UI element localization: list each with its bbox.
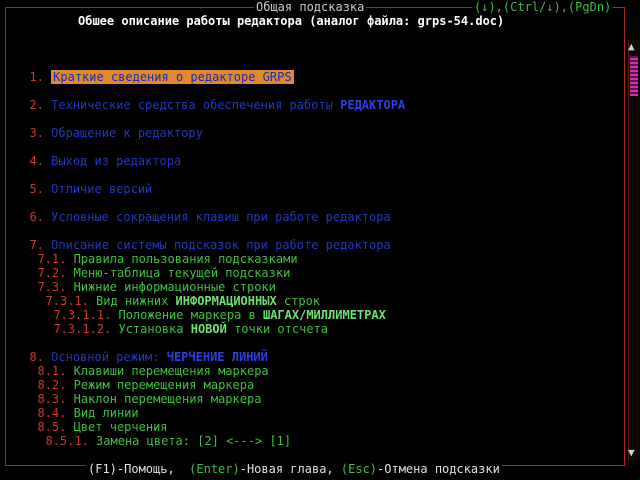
scroll-up-arrow-icon[interactable]: ▲ <box>628 40 635 54</box>
item-number: 7.3.1.2. <box>53 322 112 336</box>
footer-hint-bar: (F1)-Помощь, (Enter)-Новая глава, (Esc)-… <box>86 462 502 476</box>
item-number: 4. <box>29 154 44 168</box>
item-label-bold: НОВОЙ <box>190 322 227 336</box>
scrollbar-thumb[interactable] <box>630 56 638 96</box>
menu-item-1[interactable]: 1. Краткие сведения о редакторе GRPS <box>15 56 294 84</box>
menu-item-4[interactable]: 4. Выход из редактора <box>15 140 181 168</box>
item-number: 5. <box>29 182 44 196</box>
item-number: 1. <box>29 70 44 84</box>
menu-item-3[interactable]: 3. Обращение к редактору <box>15 112 203 140</box>
item-label: Условные сокращения клавиш при работе ре… <box>51 210 391 224</box>
item-label: Технические средства обеспечения работы <box>51 98 341 112</box>
esc-key[interactable]: (Esc) <box>341 462 377 476</box>
item-label: Установка <box>118 322 191 336</box>
enter-hint: -Новая глава, <box>239 462 334 476</box>
esc-hint: -Отмена подсказки <box>377 462 500 476</box>
item-number: 8.5.1. <box>45 434 89 448</box>
f1-key[interactable]: (F1) <box>88 462 117 476</box>
item-number: 2. <box>29 98 44 112</box>
item-label-selected: Краткие сведения о редакторе GRPS <box>51 70 294 84</box>
menu-item-5[interactable]: 5. Отличие версий <box>15 168 152 196</box>
menu-item-8-5-1[interactable]: 8.5.1. Замена цвета: [2] <---> [1] <box>31 420 291 448</box>
item-number: 6. <box>29 210 44 224</box>
item-label: Выход из редактора <box>51 154 182 168</box>
menu-item-6[interactable]: 6. Условные сокращения клавиш при работе… <box>15 196 391 224</box>
item-label: Обращение к редактору <box>51 126 203 140</box>
scroll-keys-hint: (↓),(Ctrl/↓),(PgDn) <box>472 0 614 14</box>
help-subtitle: Обшее описание работы редактора (аналог … <box>78 14 505 28</box>
scroll-down-arrow-icon[interactable]: ▼ <box>628 446 635 460</box>
item-label-tail: точки отсчета <box>226 322 329 336</box>
f1-hint: -Помощь, <box>116 462 175 476</box>
enter-key[interactable]: (Enter) <box>189 462 240 476</box>
item-label-bold: РЕДАКТОРА <box>340 98 406 112</box>
item-label: Отличие версий <box>51 182 153 196</box>
window-title: Общая подсказка <box>254 0 367 14</box>
menu-item-2[interactable]: 2. Технические средства обеспечения рабо… <box>15 84 405 112</box>
item-label: Замена цвета: [2] <---> [1] <box>96 434 292 448</box>
item-number: 3. <box>29 126 44 140</box>
scrollbar-track[interactable] <box>628 40 639 460</box>
menu-item-7-3-1-2[interactable]: 7.3.1.2. Установка НОВОЙ точки отсчета <box>39 308 328 336</box>
